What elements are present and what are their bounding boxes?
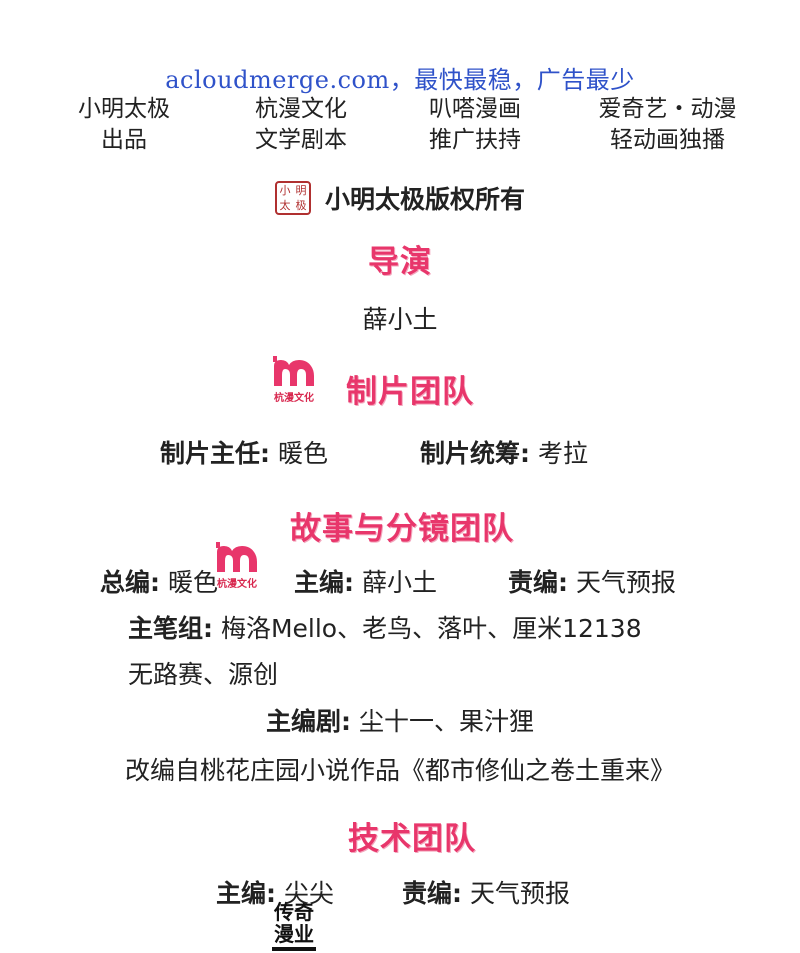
watermark-text: acloudmerge.com，最快最稳，广告最少 <box>165 66 635 94</box>
partner-3: 叭嗒漫画 推广扶持 <box>410 94 540 156</box>
production-manager: 制片主任: 暖色 <box>160 434 328 470</box>
story-editor-name: 薛小土 <box>361 568 437 597</box>
chuanqi-logo-bar <box>272 947 316 951</box>
hangman-logo-caption: 杭漫文化 <box>274 393 314 404</box>
seal-char: 极 <box>295 199 307 212</box>
partner-3-name: 叭嗒漫画 <box>429 96 521 122</box>
partner-3-role: 推广扶持 <box>429 127 521 153</box>
production-coordinator: 制片统筹: 考拉 <box>420 434 588 470</box>
hangman-logo: 杭漫文化 <box>271 356 317 404</box>
production-manager-label: 制片主任: <box>160 439 270 468</box>
story-pen-names-cont: 无路赛、源创 <box>128 660 279 689</box>
partner-1-role: 出品 <box>101 127 147 153</box>
story-resp-label: 责编: <box>508 568 568 597</box>
partner-2-role: 文学剧本 <box>255 127 347 153</box>
story-chief-name: 暖色 <box>167 568 218 597</box>
story-resp: 责编: 天气预报 <box>508 563 676 599</box>
story-pen-label: 主笔组: <box>128 614 213 643</box>
tech-editor-label: 主编: <box>216 879 276 908</box>
copyright-text: 小明太极版权所有 <box>324 185 525 214</box>
story-pen-group: 主笔组: 梅洛Mello、老鸟、落叶、厘米12138 <box>128 609 642 645</box>
tech-title: 技术团队 <box>348 821 476 857</box>
tech-editor-name: 尖尖 <box>283 879 334 908</box>
production-coordinator-name: 考拉 <box>537 439 588 468</box>
seal-char: 明 <box>295 184 307 197</box>
hangman-logo: 杭漫文化 <box>214 542 260 590</box>
director-title: 导演 <box>368 244 432 280</box>
story-title: 故事与分镜团队 <box>290 511 514 547</box>
seal-char: 太 <box>279 199 291 212</box>
story-writer-names: 尘十一、果汁狸 <box>358 707 534 736</box>
adaptation-note: 改编自桃花庄园小说作品《都市修仙之卷土重来》 <box>124 756 675 785</box>
story-writers: 主编剧: 尘十一、果汁狸 <box>0 702 800 738</box>
production-manager-name: 暖色 <box>277 439 328 468</box>
seal-char: 小 <box>279 184 291 197</box>
tech-resp-label: 责编: <box>402 879 462 908</box>
hangman-logo-caption: 杭漫文化 <box>217 579 257 590</box>
partner-4-role: 轻动画独播 <box>610 127 725 153</box>
story-pen-names: 梅洛Mello、老鸟、落叶、厘米12138 <box>220 614 642 643</box>
tech-resp-name: 天气预报 <box>469 879 570 908</box>
partner-2: 杭漫文化 文学剧本 <box>236 94 366 156</box>
story-editor-label: 主编: <box>294 568 354 597</box>
partner-1: 小明太极 出品 <box>64 94 184 156</box>
copyright-row: 小 明 太 极 小明太极版权所有 <box>0 180 800 216</box>
story-resp-name: 天气预报 <box>575 568 676 597</box>
production-title: 制片团队 <box>346 374 474 410</box>
m-letter-icon <box>273 356 314 386</box>
production-coordinator-label: 制片统筹: <box>420 439 530 468</box>
story-editor: 主编: 薛小土 <box>294 563 437 599</box>
story-chief-label: 总编: <box>100 568 160 597</box>
partner-4: 爱奇艺・动漫 轻动画独播 <box>580 94 755 156</box>
m-letter-icon <box>216 542 257 572</box>
partner-4-name: 爱奇艺・动漫 <box>598 96 737 122</box>
chuanqi-logo-line2: 漫业 <box>274 922 314 946</box>
partner-1-name: 小明太极 <box>78 96 170 122</box>
story-chief: 总编: 暖色 <box>100 563 218 599</box>
partner-2-name: 杭漫文化 <box>255 96 347 122</box>
seal-logo: 小 明 太 极 <box>274 181 311 215</box>
story-writer-label: 主编剧: <box>266 707 352 736</box>
director-name: 薛小土 <box>362 305 438 334</box>
